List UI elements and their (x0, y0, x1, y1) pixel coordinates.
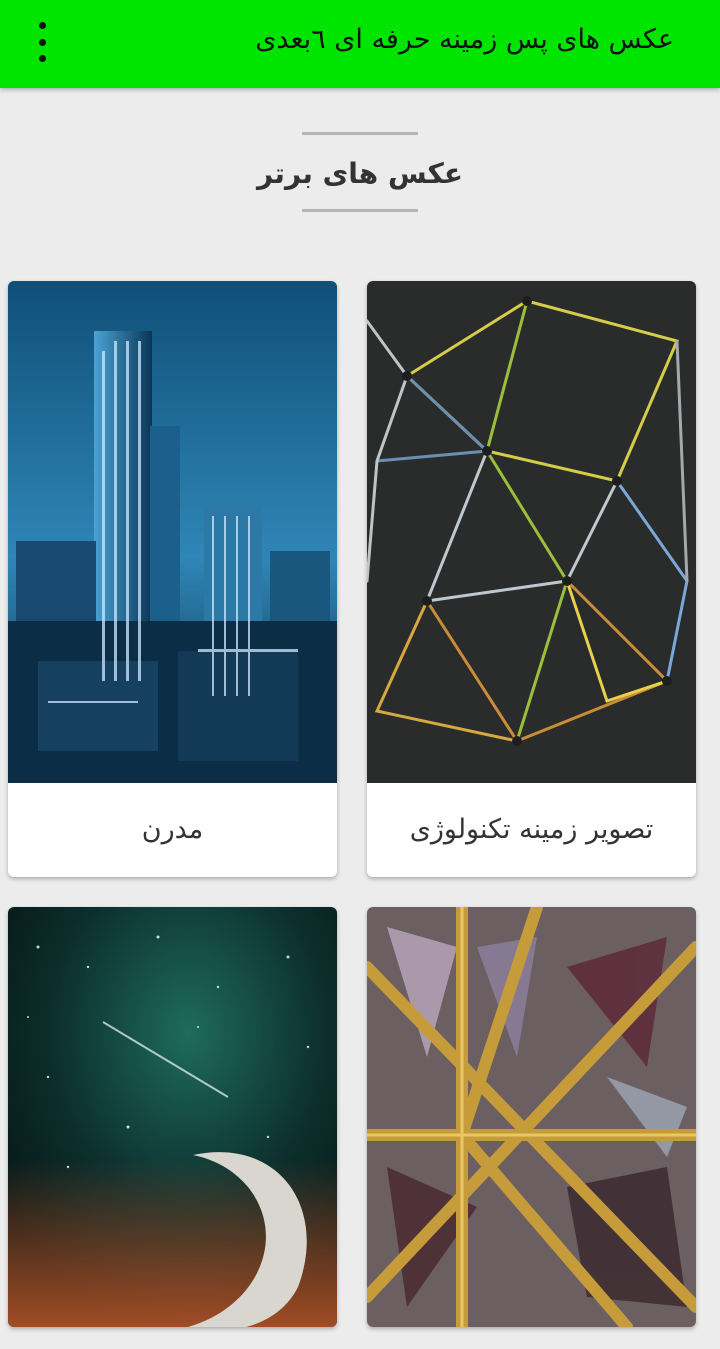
stained-glass-image (367, 907, 696, 1327)
divider (302, 132, 418, 135)
divider (302, 209, 418, 212)
wallpaper-card-modern[interactable]: مدرن (8, 281, 337, 877)
more-vertical-icon[interactable] (26, 22, 58, 62)
section-heading: عکس های برتر (257, 157, 463, 190)
card-label: مدرن (141, 814, 204, 845)
city-skyline-image (8, 281, 337, 783)
wallpaper-card-moon[interactable] (8, 907, 337, 1327)
app-title: عکس های پس زمینه حرفه ای ٦بعدی (255, 24, 674, 55)
wallpaper-card-stained-glass[interactable] (367, 907, 696, 1327)
network-lines-image (367, 281, 696, 783)
section-header: عکس های برتر (0, 130, 720, 220)
crescent-moon-image (8, 907, 337, 1327)
app-bar: عکس های پس زمینه حرفه ای ٦بعدی (0, 0, 720, 88)
wallpaper-card-technology[interactable]: تصویر زمینه تکنولوژی (367, 281, 696, 877)
card-label: تصویر زمینه تکنولوژی (409, 814, 654, 845)
